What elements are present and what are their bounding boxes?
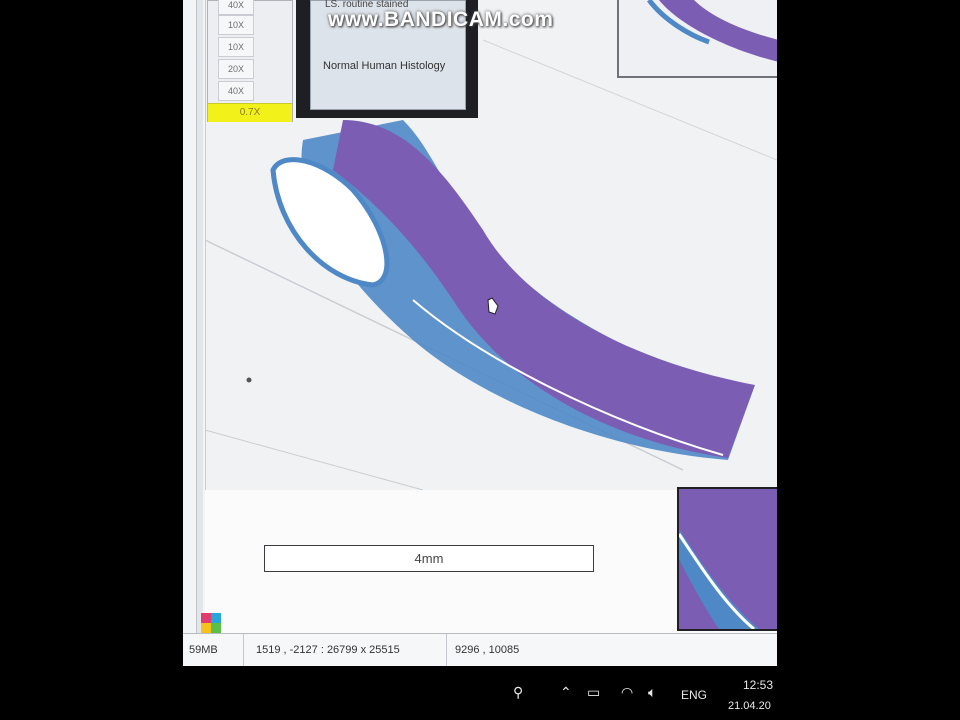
windows-taskbar: ⚲ ⌃ ▭ ◠ 🔈︎ ENG 12:53 21.04.20 [183, 666, 777, 720]
wifi-icon[interactable]: ◠ [621, 684, 633, 701]
overview-thumbnail[interactable] [617, 0, 777, 78]
zoom-selector-panel: 40X 10X 10X 20X 40X 0.7X [207, 0, 293, 122]
zoom-option[interactable]: 10X [218, 37, 254, 57]
recording-watermark: www.BANDICAM.com [328, 8, 554, 31]
chevron-up-icon[interactable]: ⌃ [560, 684, 572, 701]
clock-date[interactable]: 21.04.20 [728, 700, 771, 712]
slide-label-name: Normal Human Histology [323, 60, 446, 72]
clock-time[interactable]: 12:53 [743, 678, 773, 692]
detail-thumbnail[interactable] [677, 487, 777, 631]
app-logo-icon[interactable] [201, 613, 221, 633]
status-memory: 59MB [183, 634, 244, 667]
scrollbar-track[interactable] [196, 0, 203, 633]
zoom-option[interactable]: 10X [218, 15, 254, 35]
thumbnail-tissue-icon [647, 0, 777, 62]
status-coordinates: 1519 , -2127 : 26799 x 25515 [250, 634, 447, 667]
battery-icon[interactable]: ▭ [587, 684, 600, 701]
detail-tissue-icon [679, 489, 777, 629]
left-scrollbar[interactable] [183, 0, 206, 633]
slide-viewer-window: 40X 10X 10X 20X 40X 0.7X LS. routine sta… [183, 0, 777, 720]
volume-icon[interactable]: 🔈︎ [648, 684, 656, 701]
status-bar: 59MB 1519 , -2127 : 26799 x 25515 9296 ,… [183, 633, 777, 667]
people-icon[interactable]: ⚲ [513, 684, 523, 701]
zoom-option[interactable]: 40X [218, 0, 254, 15]
zoom-option-active[interactable]: 0.7X [208, 103, 292, 122]
status-position: 9296 , 10085 [455, 644, 520, 656]
language-indicator[interactable]: ENG [681, 688, 707, 702]
zoom-option[interactable]: 40X [218, 81, 254, 101]
zoom-option[interactable]: 20X [218, 59, 254, 79]
scale-bar: 4mm [264, 545, 594, 572]
